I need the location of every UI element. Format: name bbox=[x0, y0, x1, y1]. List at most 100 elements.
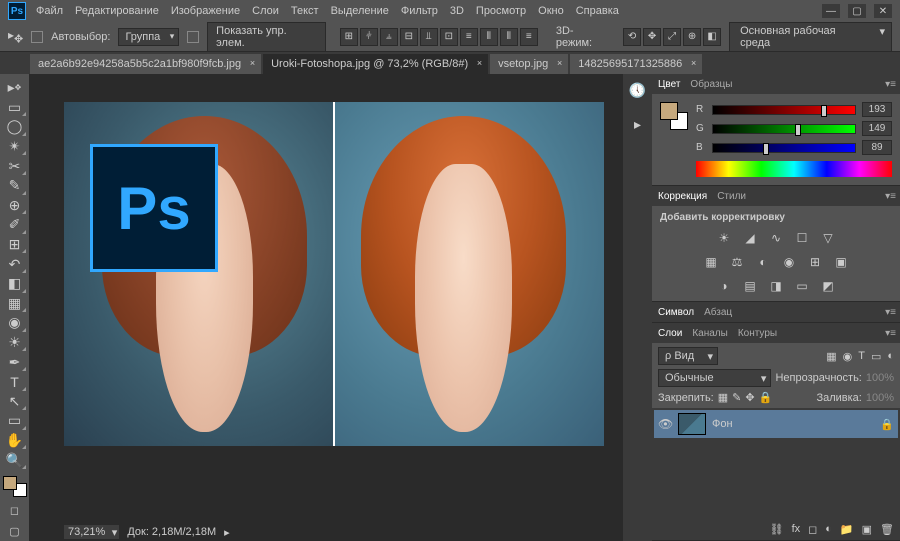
lock-icon[interactable]: 🔒 bbox=[759, 391, 773, 404]
opacity-value[interactable]: 100% bbox=[866, 372, 894, 384]
filter-icon[interactable]: ◉ bbox=[843, 350, 853, 363]
showcontrols-checkbox[interactable] bbox=[187, 31, 199, 43]
panel-menu-icon[interactable]: ▾≡ bbox=[885, 307, 896, 318]
r-slider[interactable] bbox=[712, 105, 856, 115]
zoom-tool[interactable]: 🔍 bbox=[3, 450, 27, 470]
mask-icon[interactable]: ◻ bbox=[808, 523, 817, 536]
crop-tool[interactable]: ✂ bbox=[3, 156, 27, 176]
move-tool[interactable]: ▸✥ bbox=[3, 78, 27, 98]
adjustment-icon[interactable]: ◐ bbox=[825, 523, 832, 535]
menu-image[interactable]: Изображение bbox=[171, 5, 240, 17]
layer-row[interactable]: 👁 Фон 🔒 bbox=[654, 410, 898, 438]
menu-edit[interactable]: Редактирование bbox=[75, 5, 159, 17]
path-tool[interactable]: ↖ bbox=[3, 392, 27, 412]
3d-icon[interactable]: ◧ bbox=[703, 28, 721, 46]
showcontrols-button[interactable]: Показать упр. элем. bbox=[207, 22, 326, 52]
panel-menu-icon[interactable]: ▾≡ bbox=[885, 191, 896, 202]
b-slider[interactable] bbox=[712, 143, 856, 153]
panel-menu-icon[interactable]: ▾≡ bbox=[885, 79, 896, 90]
exposure-icon[interactable]: ☐ bbox=[793, 229, 811, 247]
autoselect-dropdown[interactable]: Группа bbox=[118, 28, 179, 46]
menu-file[interactable]: Файл bbox=[36, 5, 63, 17]
close-button[interactable]: ✕ bbox=[874, 4, 892, 18]
properties-icon[interactable]: ▸ bbox=[628, 114, 648, 134]
bw-icon[interactable]: ◐ bbox=[754, 253, 772, 271]
fg-color-swatch[interactable] bbox=[660, 102, 678, 120]
filter-icon[interactable]: T bbox=[858, 350, 865, 363]
menu-select[interactable]: Выделение bbox=[331, 5, 389, 17]
visibility-icon[interactable]: 👁 bbox=[658, 417, 672, 431]
distribute-icon[interactable]: ≡ bbox=[460, 28, 478, 46]
selective-icon[interactable]: ◩ bbox=[819, 277, 837, 295]
doc-tab[interactable]: Uroki-Fotoshopa.jpg @ 73,2% (RGB/8#)× bbox=[263, 54, 488, 74]
hand-tool[interactable]: ✋ bbox=[3, 431, 27, 451]
zoom-field[interactable]: 73,21% bbox=[64, 525, 119, 539]
distribute-icon[interactable]: ⦀ bbox=[500, 28, 518, 46]
3d-icon[interactable]: ⤢ bbox=[663, 28, 681, 46]
chevron-right-icon[interactable]: ▸ bbox=[224, 526, 230, 539]
new-layer-icon[interactable]: ▣ bbox=[862, 523, 872, 536]
lookup-icon[interactable]: ▣ bbox=[832, 253, 850, 271]
vibrance-icon[interactable]: ▽ bbox=[819, 229, 837, 247]
color-tab[interactable]: Цвет bbox=[658, 79, 680, 90]
quickmask-button[interactable]: ◻ bbox=[3, 501, 27, 519]
menu-window[interactable]: Окно bbox=[538, 5, 564, 17]
filter-icon[interactable]: ◐ bbox=[887, 350, 894, 363]
balance-icon[interactable]: ⚖ bbox=[728, 253, 746, 271]
close-icon[interactable]: × bbox=[477, 58, 482, 68]
close-icon[interactable]: × bbox=[557, 58, 562, 68]
styles-tab[interactable]: Стили bbox=[717, 191, 746, 202]
wand-tool[interactable]: ✴ bbox=[3, 137, 27, 157]
menu-layers[interactable]: Слои bbox=[252, 5, 279, 17]
lasso-tool[interactable]: ◯ bbox=[3, 117, 27, 137]
align-icon[interactable]: ⊟ bbox=[400, 28, 418, 46]
levels-icon[interactable]: ◢ bbox=[741, 229, 759, 247]
character-tab[interactable]: Символ bbox=[658, 307, 694, 318]
channels-tab[interactable]: Каналы bbox=[692, 328, 728, 339]
menu-help[interactable]: Справка bbox=[576, 5, 619, 17]
autoselect-checkbox[interactable] bbox=[31, 31, 43, 43]
blend-mode-dropdown[interactable]: Обычные bbox=[658, 369, 771, 387]
swatches-tab[interactable]: Образцы bbox=[690, 79, 732, 90]
invert-icon[interactable]: ◑ bbox=[715, 277, 733, 295]
paragraph-tab[interactable]: Абзац bbox=[704, 307, 732, 318]
spectrum-picker[interactable] bbox=[696, 161, 892, 177]
align-icon[interactable]: ⫫ bbox=[420, 28, 438, 46]
delete-icon[interactable]: 🗑 bbox=[880, 523, 894, 536]
move-tool-icon[interactable]: ▸✥ bbox=[8, 28, 23, 45]
photo-filter-icon[interactable]: ◉ bbox=[780, 253, 798, 271]
align-icon[interactable]: ⊡ bbox=[440, 28, 458, 46]
history-brush-tool[interactable]: ↶ bbox=[3, 254, 27, 274]
g-value[interactable]: 149 bbox=[862, 121, 892, 136]
mixer-icon[interactable]: ⊞ bbox=[806, 253, 824, 271]
distribute-icon[interactable]: ⦀ bbox=[480, 28, 498, 46]
fx-icon[interactable]: fx bbox=[792, 523, 801, 535]
lock-icon[interactable]: ▦ bbox=[718, 391, 728, 404]
layer-name[interactable]: Фон bbox=[712, 418, 733, 430]
adjustments-tab[interactable]: Коррекция bbox=[658, 191, 707, 202]
filter-icon[interactable]: ▦ bbox=[826, 350, 836, 363]
foreground-swatch[interactable] bbox=[3, 476, 17, 490]
group-icon[interactable]: 📁 bbox=[840, 523, 854, 536]
3d-icon[interactable]: ✥ bbox=[643, 28, 661, 46]
history-icon[interactable]: 🕔 bbox=[628, 80, 648, 100]
gradient-map-icon[interactable]: ▭ bbox=[793, 277, 811, 295]
g-slider[interactable] bbox=[712, 124, 856, 134]
lock-icon[interactable]: ✥ bbox=[745, 391, 754, 404]
dodge-tool[interactable]: ☀ bbox=[3, 333, 27, 353]
threshold-icon[interactable]: ◨ bbox=[767, 277, 785, 295]
hue-icon[interactable]: ▦ bbox=[702, 253, 720, 271]
shape-tool[interactable]: ▭ bbox=[3, 411, 27, 431]
menu-filter[interactable]: Фильтр bbox=[401, 5, 438, 17]
type-tool[interactable]: T bbox=[3, 372, 27, 392]
curves-icon[interactable]: ∿ bbox=[767, 229, 785, 247]
doc-tab[interactable]: ae2a6b92e94258a5b5c2a1bf980f9fcb.jpg× bbox=[30, 54, 261, 74]
layer-thumbnail[interactable] bbox=[678, 413, 706, 435]
close-icon[interactable]: × bbox=[691, 58, 696, 68]
b-value[interactable]: 89 bbox=[862, 140, 892, 155]
brightness-icon[interactable]: ☀ bbox=[715, 229, 733, 247]
kind-filter[interactable]: ρ Вид bbox=[658, 347, 718, 365]
panel-menu-icon[interactable]: ▾≡ bbox=[885, 328, 896, 339]
align-icon[interactable]: ⫨ bbox=[380, 28, 398, 46]
gradient-tool[interactable]: ▦ bbox=[3, 294, 27, 314]
